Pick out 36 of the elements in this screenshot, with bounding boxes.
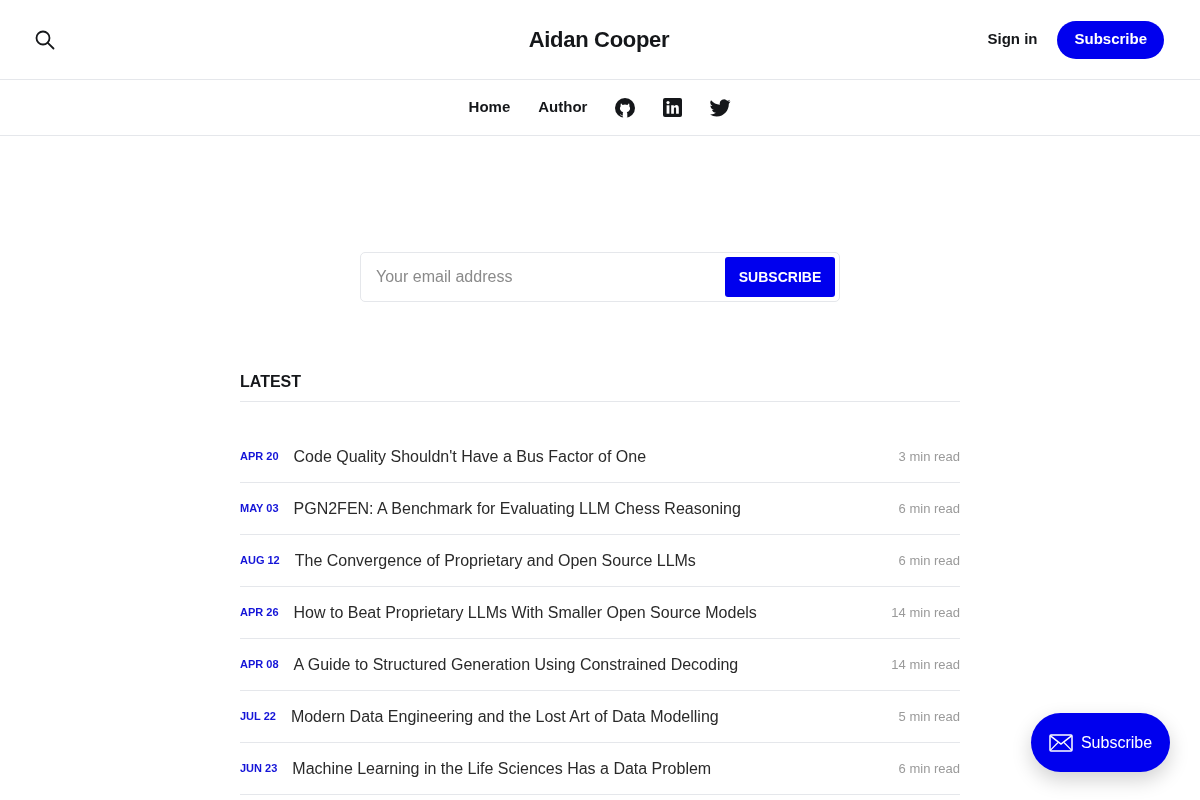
subscribe-button[interactable]: Subscribe (1057, 20, 1164, 59)
section-heading: LATEST (240, 372, 960, 402)
post-date: APR 08 (240, 657, 279, 673)
post-title-link[interactable]: Machine Learning in the Life Sciences Has a Data Problem (292, 756, 712, 781)
post-date: APR 20 (240, 449, 279, 465)
envelope-icon (1048, 733, 1073, 752)
read-time: 14 min read (891, 655, 960, 674)
floating-subscribe-button[interactable]: Subscribe (1031, 713, 1170, 772)
post-date: AUG 12 (240, 553, 280, 569)
post-title-link[interactable]: The Convergence of Proprietary and Open Source LLMs (294, 548, 696, 573)
email-input[interactable]: Your email address (376, 253, 725, 301)
github-icon[interactable] (615, 97, 636, 118)
post-title-link[interactable]: How to Beat Proprietary LLMs With Smaller Open Source Models (293, 600, 757, 625)
post-title-link[interactable]: A Guide to Structured Generation Using Constrained Decoding (293, 652, 739, 677)
read-time: 6 min read (898, 499, 960, 518)
email-signup-form[interactable]: Your email address SUBSCRIBE (360, 252, 840, 302)
post-date: MAY 03 (240, 501, 279, 517)
subscribe-button[interactable]: SUBSCRIBE (725, 257, 835, 297)
search-icon[interactable] (34, 28, 56, 51)
site-title[interactable]: Aidan Cooper (528, 23, 670, 56)
read-time: 6 min read (898, 759, 960, 778)
read-time: 6 min read (898, 551, 960, 570)
linkedin-icon[interactable] (663, 98, 683, 117)
nav-link[interactable]: Author (538, 96, 588, 119)
post-date: JUN 23 (240, 761, 278, 777)
post-title-link[interactable]: Code Quality Shouldn't Have a Bus Factor of One (293, 444, 647, 469)
nav-link[interactable]: Home (468, 96, 511, 119)
post-title-link[interactable]: Modern Data Engineering and the Lost Art of Data Modelling (290, 704, 719, 729)
read-time: 14 min read (891, 603, 960, 622)
sign-in-link[interactable]: Sign in (987, 28, 1038, 51)
read-time: 3 min read (898, 447, 960, 466)
post-title-link[interactable]: PGN2FEN: A Benchmark for Evaluating LLM Chess Reasoning (293, 496, 741, 521)
post-date: JUL 22 (240, 709, 276, 725)
post-date: APR 26 (240, 605, 279, 621)
read-time: 5 min read (898, 707, 960, 726)
twitter-icon[interactable] (710, 98, 732, 117)
